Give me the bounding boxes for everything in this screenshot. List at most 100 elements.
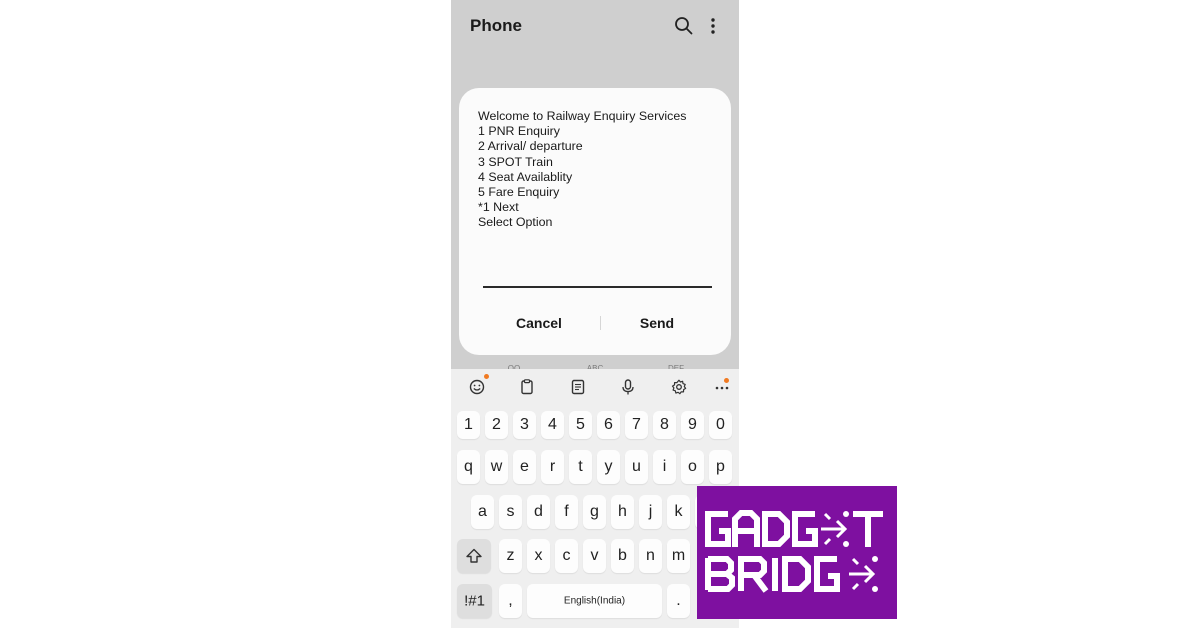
keyboard-toolbar [451, 369, 739, 404]
key-v[interactable]: v [583, 539, 606, 573]
key-label: p [716, 458, 725, 475]
space-key[interactable]: English(India) [527, 584, 662, 618]
key-label: k [674, 503, 683, 520]
key-8[interactable]: 8 [653, 411, 676, 439]
key-label: 6 [604, 416, 613, 433]
key-label: r [549, 458, 556, 475]
key-7[interactable]: 7 [625, 411, 648, 439]
key-b[interactable]: b [611, 539, 634, 573]
key-n[interactable]: n [639, 539, 662, 573]
clipboard-icon[interactable] [517, 377, 537, 397]
ussd-line: *1 Next [478, 200, 519, 215]
search-icon[interactable] [673, 15, 695, 37]
key-label: 1 [464, 416, 473, 433]
ussd-line: 3 SPOT Train [478, 154, 553, 169]
ussd-line: 2 Arrival/ departure [478, 139, 583, 154]
cancel-button[interactable]: Cancel [495, 310, 583, 336]
key-label: o [688, 458, 697, 475]
key-2[interactable]: 2 [485, 411, 508, 439]
key-a[interactable]: a [471, 495, 494, 529]
ussd-message: Welcome to Railway Enquiry Services 1 PN… [478, 109, 718, 231]
phone-screen: Phone 1 QO 2 ABC 3 DEF [451, 0, 739, 628]
ussd-line: Select Option [478, 215, 553, 230]
key-k[interactable]: k [667, 495, 690, 529]
more-options-icon[interactable] [705, 15, 721, 37]
key-label: 5 [576, 416, 585, 433]
space-key-label: English(India) [563, 595, 626, 607]
ussd-line: Welcome to Railway Enquiry Services [478, 109, 687, 123]
key-p[interactable]: p [709, 450, 732, 484]
more-icon[interactable] [712, 377, 732, 397]
text-editor-icon[interactable] [568, 377, 588, 397]
key-0[interactable]: 0 [709, 411, 732, 439]
key-label: 2 [492, 416, 501, 433]
key-o[interactable]: o [681, 450, 704, 484]
key-1[interactable]: 1 [457, 411, 480, 439]
shift-key[interactable] [457, 539, 491, 573]
key-label: t [578, 458, 583, 475]
microphone-icon[interactable] [618, 377, 638, 397]
ussd-line: 5 Fare Enquiry [478, 185, 560, 200]
key-i[interactable]: i [653, 450, 676, 484]
key-u[interactable]: u [625, 450, 648, 484]
key-x[interactable]: x [527, 539, 550, 573]
key-s[interactable]: s [499, 495, 522, 529]
key-9[interactable]: 9 [681, 411, 704, 439]
ussd-line: 1 PNR Enquiry [478, 124, 560, 139]
key-z[interactable]: z [499, 539, 522, 573]
key-label: b [618, 547, 627, 564]
key-w[interactable]: w [485, 450, 508, 484]
emoji-notification-dot [484, 374, 489, 379]
key-label: i [662, 458, 667, 475]
key-m[interactable]: m [667, 539, 690, 573]
key-label: c [562, 547, 571, 564]
key-g[interactable]: g [583, 495, 606, 529]
key-label: m [671, 547, 686, 564]
ussd-reply-input[interactable] [483, 262, 712, 288]
key-f[interactable]: f [555, 495, 578, 529]
shift-arrow-icon [466, 548, 482, 563]
logo-graphic [705, 510, 883, 593]
key-c[interactable]: c [555, 539, 578, 573]
emoji-icon[interactable] [467, 377, 487, 397]
key-d[interactable]: d [527, 495, 550, 529]
symbols-key[interactable]: !#1 [457, 584, 492, 618]
period-key[interactable]: . [667, 584, 690, 618]
key-t[interactable]: t [569, 450, 592, 484]
key-6[interactable]: 6 [597, 411, 620, 439]
key-r[interactable]: r [541, 450, 564, 484]
send-button[interactable]: Send [613, 310, 701, 336]
key-e[interactable]: e [513, 450, 536, 484]
key-q[interactable]: q [457, 450, 480, 484]
app-title: Phone [470, 16, 522, 35]
key-label: 0 [716, 416, 725, 433]
key-label: . [676, 592, 681, 609]
key-label: a [478, 503, 487, 520]
key-h[interactable]: h [611, 495, 634, 529]
key-label: s [506, 503, 515, 520]
key-label: f [564, 503, 569, 520]
key-label: g [590, 503, 599, 520]
key-label: 9 [688, 416, 697, 433]
key-label: q [464, 458, 473, 475]
key-label: 3 [520, 416, 529, 433]
key-label: , [508, 592, 513, 609]
key-label: x [534, 547, 543, 564]
key-label: e [520, 458, 529, 475]
key-y[interactable]: y [597, 450, 620, 484]
key-5[interactable]: 5 [569, 411, 592, 439]
key-label: !#1 [464, 592, 485, 610]
settings-icon[interactable] [669, 377, 689, 397]
key-3[interactable]: 3 [513, 411, 536, 439]
ussd-line: 4 Seat Availablity [478, 169, 573, 184]
more-notification-dot [724, 378, 729, 383]
key-label: 7 [632, 416, 641, 433]
key-label: 8 [660, 416, 669, 433]
key-label: j [648, 503, 653, 520]
key-j[interactable]: j [639, 495, 662, 529]
key-4[interactable]: 4 [541, 411, 564, 439]
key-label: n [646, 547, 655, 564]
comma-key[interactable]: , [499, 584, 522, 618]
keyboard: 1 2 3 4 5 6 7 8 9 0 q w e r t y u i o p … [451, 369, 739, 628]
screenshot-canvas: Phone 1 QO 2 ABC 3 DEF [0, 0, 1200, 628]
